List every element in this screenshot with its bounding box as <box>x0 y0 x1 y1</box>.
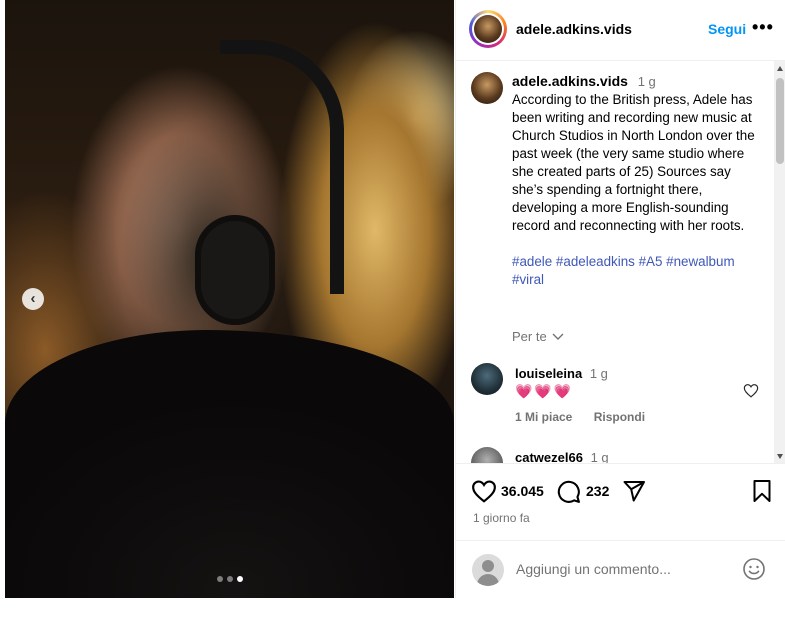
chevron-left-icon: ‹ <box>30 290 36 307</box>
story-ring[interactable] <box>469 10 507 48</box>
caption-hashtags[interactable]: #adele #adeleadkins #A5 #newalbum #viral <box>512 253 762 289</box>
carousel-dot <box>217 576 223 582</box>
comment-avatar[interactable] <box>471 447 503 463</box>
carousel-dots <box>217 576 243 582</box>
header-username[interactable]: adele.adkins.vids <box>516 21 632 37</box>
comment-avatar[interactable] <box>471 363 503 395</box>
translation-label: Per te <box>512 329 547 344</box>
post-time: 1 giorno fa <box>473 511 530 525</box>
scroll-up-arrow-icon[interactable] <box>777 66 783 71</box>
comments-section[interactable]: adele.adkins.vids 1 g According to the B… <box>456 61 774 463</box>
headphone-cup <box>195 215 275 325</box>
chevron-down-icon <box>552 333 564 340</box>
comment-time: 1 g <box>589 366 608 381</box>
paper-plane-icon[interactable] <box>622 479 646 503</box>
caption-username[interactable]: adele.adkins.vids <box>512 73 628 89</box>
post-panel: adele.adkins.vids Segui ••• adele.adkins… <box>455 0 785 598</box>
follow-button[interactable]: Segui <box>708 21 746 37</box>
comment-input[interactable] <box>516 559 726 579</box>
add-comment-bar <box>456 540 785 600</box>
comment-like-heart-icon[interactable] <box>743 383 759 398</box>
heart-icon[interactable] <box>471 479 497 503</box>
comments-count[interactable]: 232 <box>586 483 609 499</box>
translation-toggle[interactable]: Per te <box>512 329 564 344</box>
comment-reply-button[interactable]: Rispondi <box>594 410 645 424</box>
likes-count[interactable]: 36.045 <box>501 483 544 499</box>
scroll-down-arrow-icon[interactable] <box>777 454 783 459</box>
post-header: adele.adkins.vids Segui ••• <box>456 0 785 61</box>
avatar <box>474 15 502 43</box>
emoji-icon[interactable] <box>742 557 766 581</box>
user-avatar <box>472 554 504 586</box>
comment-likes[interactable]: 1 Mi piace <box>515 410 572 424</box>
caption-avatar[interactable] <box>471 72 503 104</box>
comment-header: catwezel66 1 g <box>515 450 609 463</box>
caption: adele.adkins.vids 1 g According to the B… <box>512 72 762 289</box>
caption-text: According to the British press, Adele ha… <box>512 92 755 233</box>
post-image[interactable]: ‹ <box>5 0 454 598</box>
caption-time: 1 g <box>637 74 656 89</box>
scroll-thumb[interactable] <box>776 78 784 164</box>
carousel-prev-button[interactable]: ‹ <box>22 288 44 310</box>
comment-username[interactable]: catwezel66 <box>515 450 583 463</box>
bookmark-icon[interactable] <box>752 479 772 503</box>
photo-shape <box>5 330 454 598</box>
comments-scrollbar[interactable] <box>774 61 785 463</box>
carousel-dot-active <box>237 576 243 582</box>
comment-username[interactable]: louiseleina <box>515 366 582 381</box>
comment-time: 1 g <box>590 450 609 463</box>
more-options-icon[interactable]: ••• <box>752 17 774 38</box>
comment-meta: 1 Mi piace Rispondi <box>515 410 663 424</box>
comment-text: 💗💗💗 <box>515 383 574 399</box>
comment-icon[interactable] <box>556 479 581 504</box>
action-bar: 36.045 232 1 giorno fa <box>456 463 785 599</box>
comment-header: louiseleina 1 g <box>515 366 608 381</box>
carousel-dot <box>227 576 233 582</box>
